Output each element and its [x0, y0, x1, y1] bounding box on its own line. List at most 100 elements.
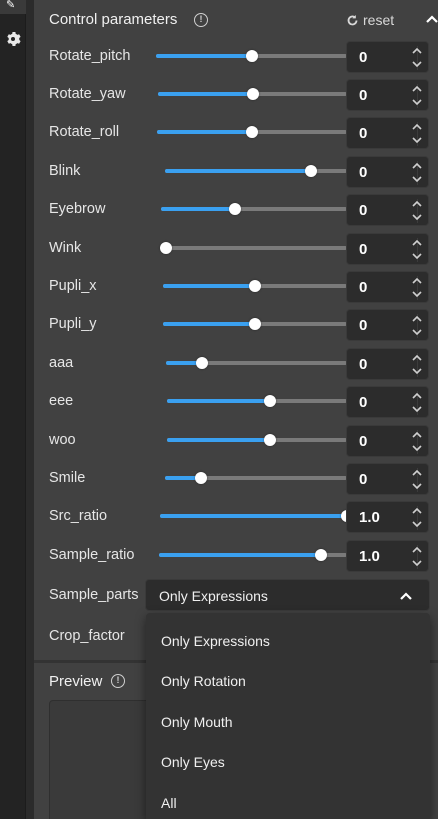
refresh-icon [347, 14, 358, 25]
slider-thumb[interactable] [229, 203, 242, 215]
stepper[interactable] [408, 197, 426, 223]
param-slider[interactable] [160, 242, 347, 254]
chevron-up-icon[interactable] [408, 159, 426, 171]
param-slider[interactable] [167, 395, 347, 407]
stepper[interactable] [408, 428, 426, 454]
chevron-up-icon[interactable] [408, 351, 426, 363]
slider-thumb[interactable] [160, 242, 172, 254]
slider-thumb[interactable] [246, 88, 259, 100]
info-icon[interactable]: ! [194, 13, 208, 27]
stepper[interactable] [408, 159, 426, 185]
param-number-input[interactable]: 0 [346, 194, 429, 226]
stepper[interactable] [408, 236, 426, 262]
stepper[interactable] [408, 351, 426, 377]
param-slider[interactable] [165, 472, 347, 484]
stepper[interactable] [408, 274, 426, 300]
chevron-up-icon[interactable] [408, 504, 426, 516]
reset-label: reset [363, 12, 395, 28]
dropdown-option[interactable]: Only Mouth [161, 714, 233, 730]
param-slider[interactable] [163, 318, 347, 330]
chevron-down-icon[interactable] [408, 403, 426, 415]
chevron-down-icon[interactable] [408, 442, 426, 454]
slider-thumb[interactable] [245, 50, 258, 62]
chevron-down-icon[interactable] [408, 326, 426, 338]
stepper[interactable] [408, 504, 426, 530]
dropdown-option[interactable]: Only Rotation [161, 673, 246, 689]
param-number-input[interactable]: 0 [346, 79, 429, 111]
chevron-down-icon[interactable] [408, 96, 426, 108]
param-slider[interactable] [156, 50, 347, 62]
gear-icon[interactable] [4, 30, 22, 48]
dropdown-option[interactable]: All [161, 795, 177, 811]
param-number-input[interactable]: 1.0 [346, 501, 429, 533]
param-slider[interactable] [163, 280, 347, 292]
param-number-input[interactable]: 1.0 [346, 540, 429, 572]
chevron-down-icon[interactable] [408, 211, 426, 223]
chevron-up-icon[interactable] [408, 82, 426, 94]
chevron-down-icon[interactable] [408, 134, 426, 146]
stepper[interactable] [408, 82, 426, 108]
chevron-up-icon[interactable] [408, 312, 426, 324]
chevron-down-icon[interactable] [408, 288, 426, 300]
slider-thumb[interactable] [196, 357, 209, 369]
chevron-up-icon[interactable] [408, 428, 426, 440]
param-number-input[interactable]: 0 [346, 463, 429, 495]
chevron-up-icon[interactable] [424, 10, 438, 28]
param-number-input[interactable]: 0 [346, 309, 429, 341]
chevron-down-icon[interactable] [408, 250, 426, 262]
chevron-down-icon[interactable] [408, 480, 426, 492]
param-number-input[interactable]: 0 [346, 425, 429, 457]
param-slider[interactable] [158, 88, 347, 100]
param-number-input[interactable]: 0 [346, 233, 429, 265]
param-number-input[interactable]: 0 [346, 348, 429, 380]
slider-thumb[interactable] [246, 126, 258, 138]
chevron-up-icon[interactable] [408, 44, 426, 56]
param-value: 0 [359, 202, 368, 219]
chevron-up-icon[interactable] [408, 543, 426, 555]
slider-thumb[interactable] [195, 472, 208, 484]
stepper[interactable] [408, 44, 426, 70]
param-label: Src_ratio [49, 508, 108, 524]
param-slider[interactable] [159, 549, 347, 561]
param-number-input[interactable]: 0 [346, 386, 429, 418]
chevron-up-icon[interactable] [408, 236, 426, 248]
slider-thumb[interactable] [263, 434, 276, 446]
toolbar-tab[interactable]: ✎ [0, 0, 26, 14]
slider-thumb[interactable] [304, 165, 317, 177]
stepper[interactable] [408, 120, 426, 146]
slider-thumb[interactable] [263, 395, 276, 407]
chevron-down-icon[interactable] [408, 518, 426, 530]
slider-thumb[interactable] [314, 549, 327, 561]
dropdown-option[interactable]: Only Expressions [161, 633, 270, 649]
reset-button[interactable]: reset [346, 12, 394, 28]
chevron-down-icon[interactable] [408, 557, 426, 569]
chevron-up-icon[interactable] [408, 274, 426, 286]
param-label: Eyebrow [49, 201, 106, 217]
stepper[interactable] [408, 312, 426, 338]
chevron-down-icon[interactable] [408, 365, 426, 377]
chevron-up-icon[interactable] [408, 197, 426, 209]
dropdown-option[interactable]: Only Eyes [161, 754, 225, 770]
stepper[interactable] [408, 543, 426, 569]
param-slider[interactable] [157, 126, 347, 138]
param-number-input[interactable]: 0 [346, 41, 429, 73]
chevron-down-icon[interactable] [408, 173, 426, 185]
param-number-input[interactable]: 0 [346, 271, 429, 303]
param-slider[interactable] [160, 510, 353, 522]
chevron-up-icon[interactable] [408, 466, 426, 478]
param-slider[interactable] [166, 357, 347, 369]
chevron-up-icon[interactable] [408, 389, 426, 401]
param-slider[interactable] [167, 434, 347, 446]
stepper[interactable] [408, 389, 426, 415]
slider-thumb[interactable] [249, 318, 261, 330]
chevron-up-icon[interactable] [408, 120, 426, 132]
param-slider[interactable] [165, 165, 347, 177]
slider-thumb[interactable] [249, 280, 261, 292]
param-number-input[interactable]: 0 [346, 117, 429, 149]
param-number-input[interactable]: 0 [346, 156, 429, 188]
sample-parts-select[interactable]: Only Expressions [145, 579, 430, 611]
param-slider[interactable] [161, 203, 347, 215]
stepper[interactable] [408, 466, 426, 492]
chevron-down-icon[interactable] [408, 58, 426, 70]
info-icon[interactable]: ! [111, 674, 125, 688]
